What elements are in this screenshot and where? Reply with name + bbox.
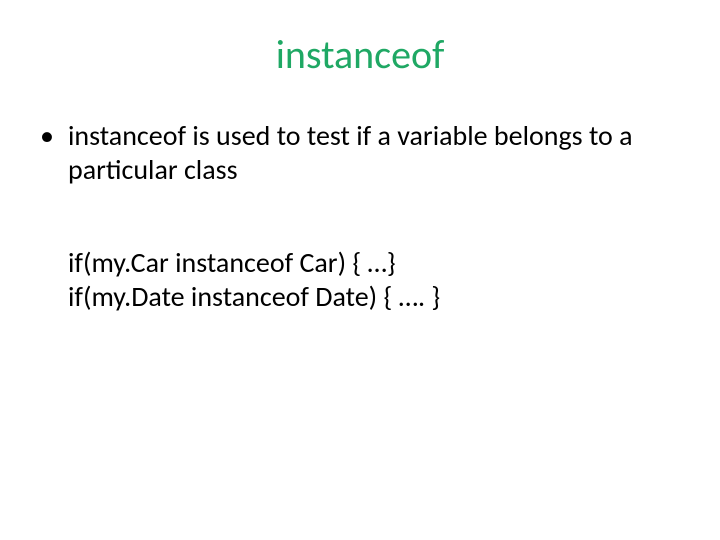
page-title: instanceof <box>40 30 680 79</box>
code-line-1: if(my.Car instanceof Car) { …} <box>68 246 680 280</box>
bullet-text: instanceof is used to test if a variable… <box>68 118 633 187</box>
bullet-item: instanceof is used to test if a variable… <box>40 119 680 186</box>
bullet-list: instanceof is used to test if a variable… <box>40 119 680 186</box>
slide-body: instanceof is used to test if a variable… <box>40 119 680 313</box>
code-line-2: if(my.Date instanceof Date) { …. } <box>68 280 680 314</box>
slide: instanceof instanceof is used to test if… <box>0 0 720 540</box>
code-block: if(my.Car instanceof Car) { …} if(my.Dat… <box>68 246 680 313</box>
